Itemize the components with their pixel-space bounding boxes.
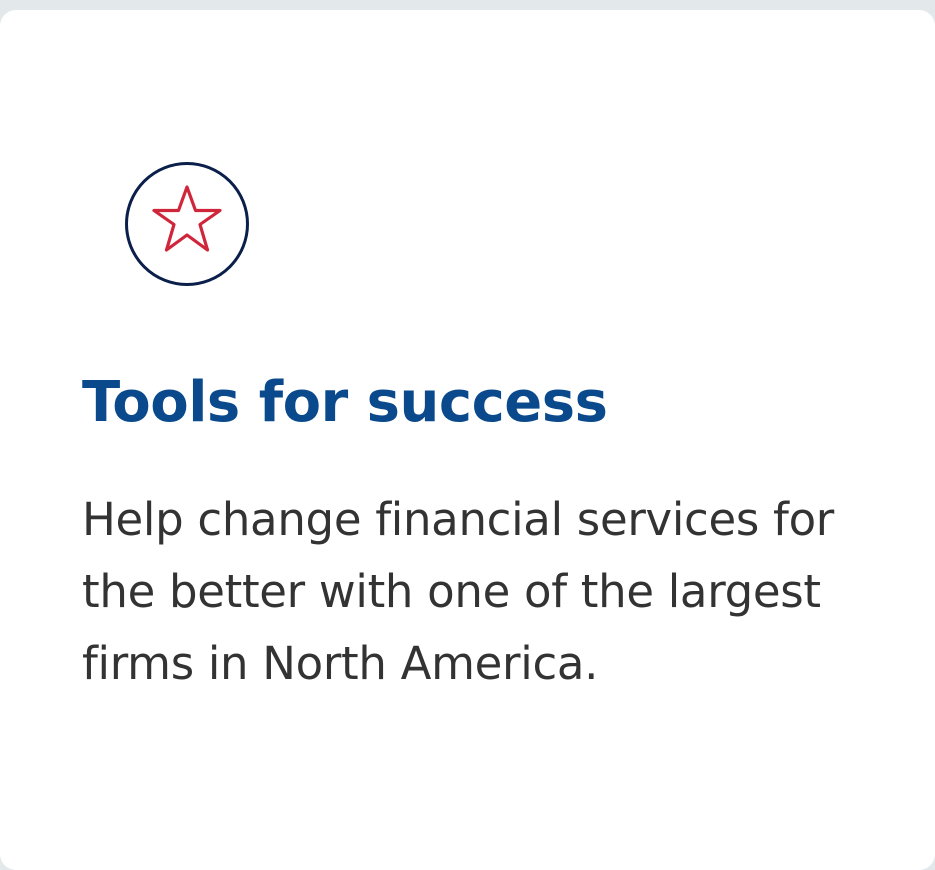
star-icon xyxy=(124,161,250,287)
card-description: Help change financial services for the b… xyxy=(82,493,835,690)
feature-card: Tools for success Help change financial … xyxy=(0,10,935,870)
card-title: Tools for success xyxy=(82,370,608,435)
